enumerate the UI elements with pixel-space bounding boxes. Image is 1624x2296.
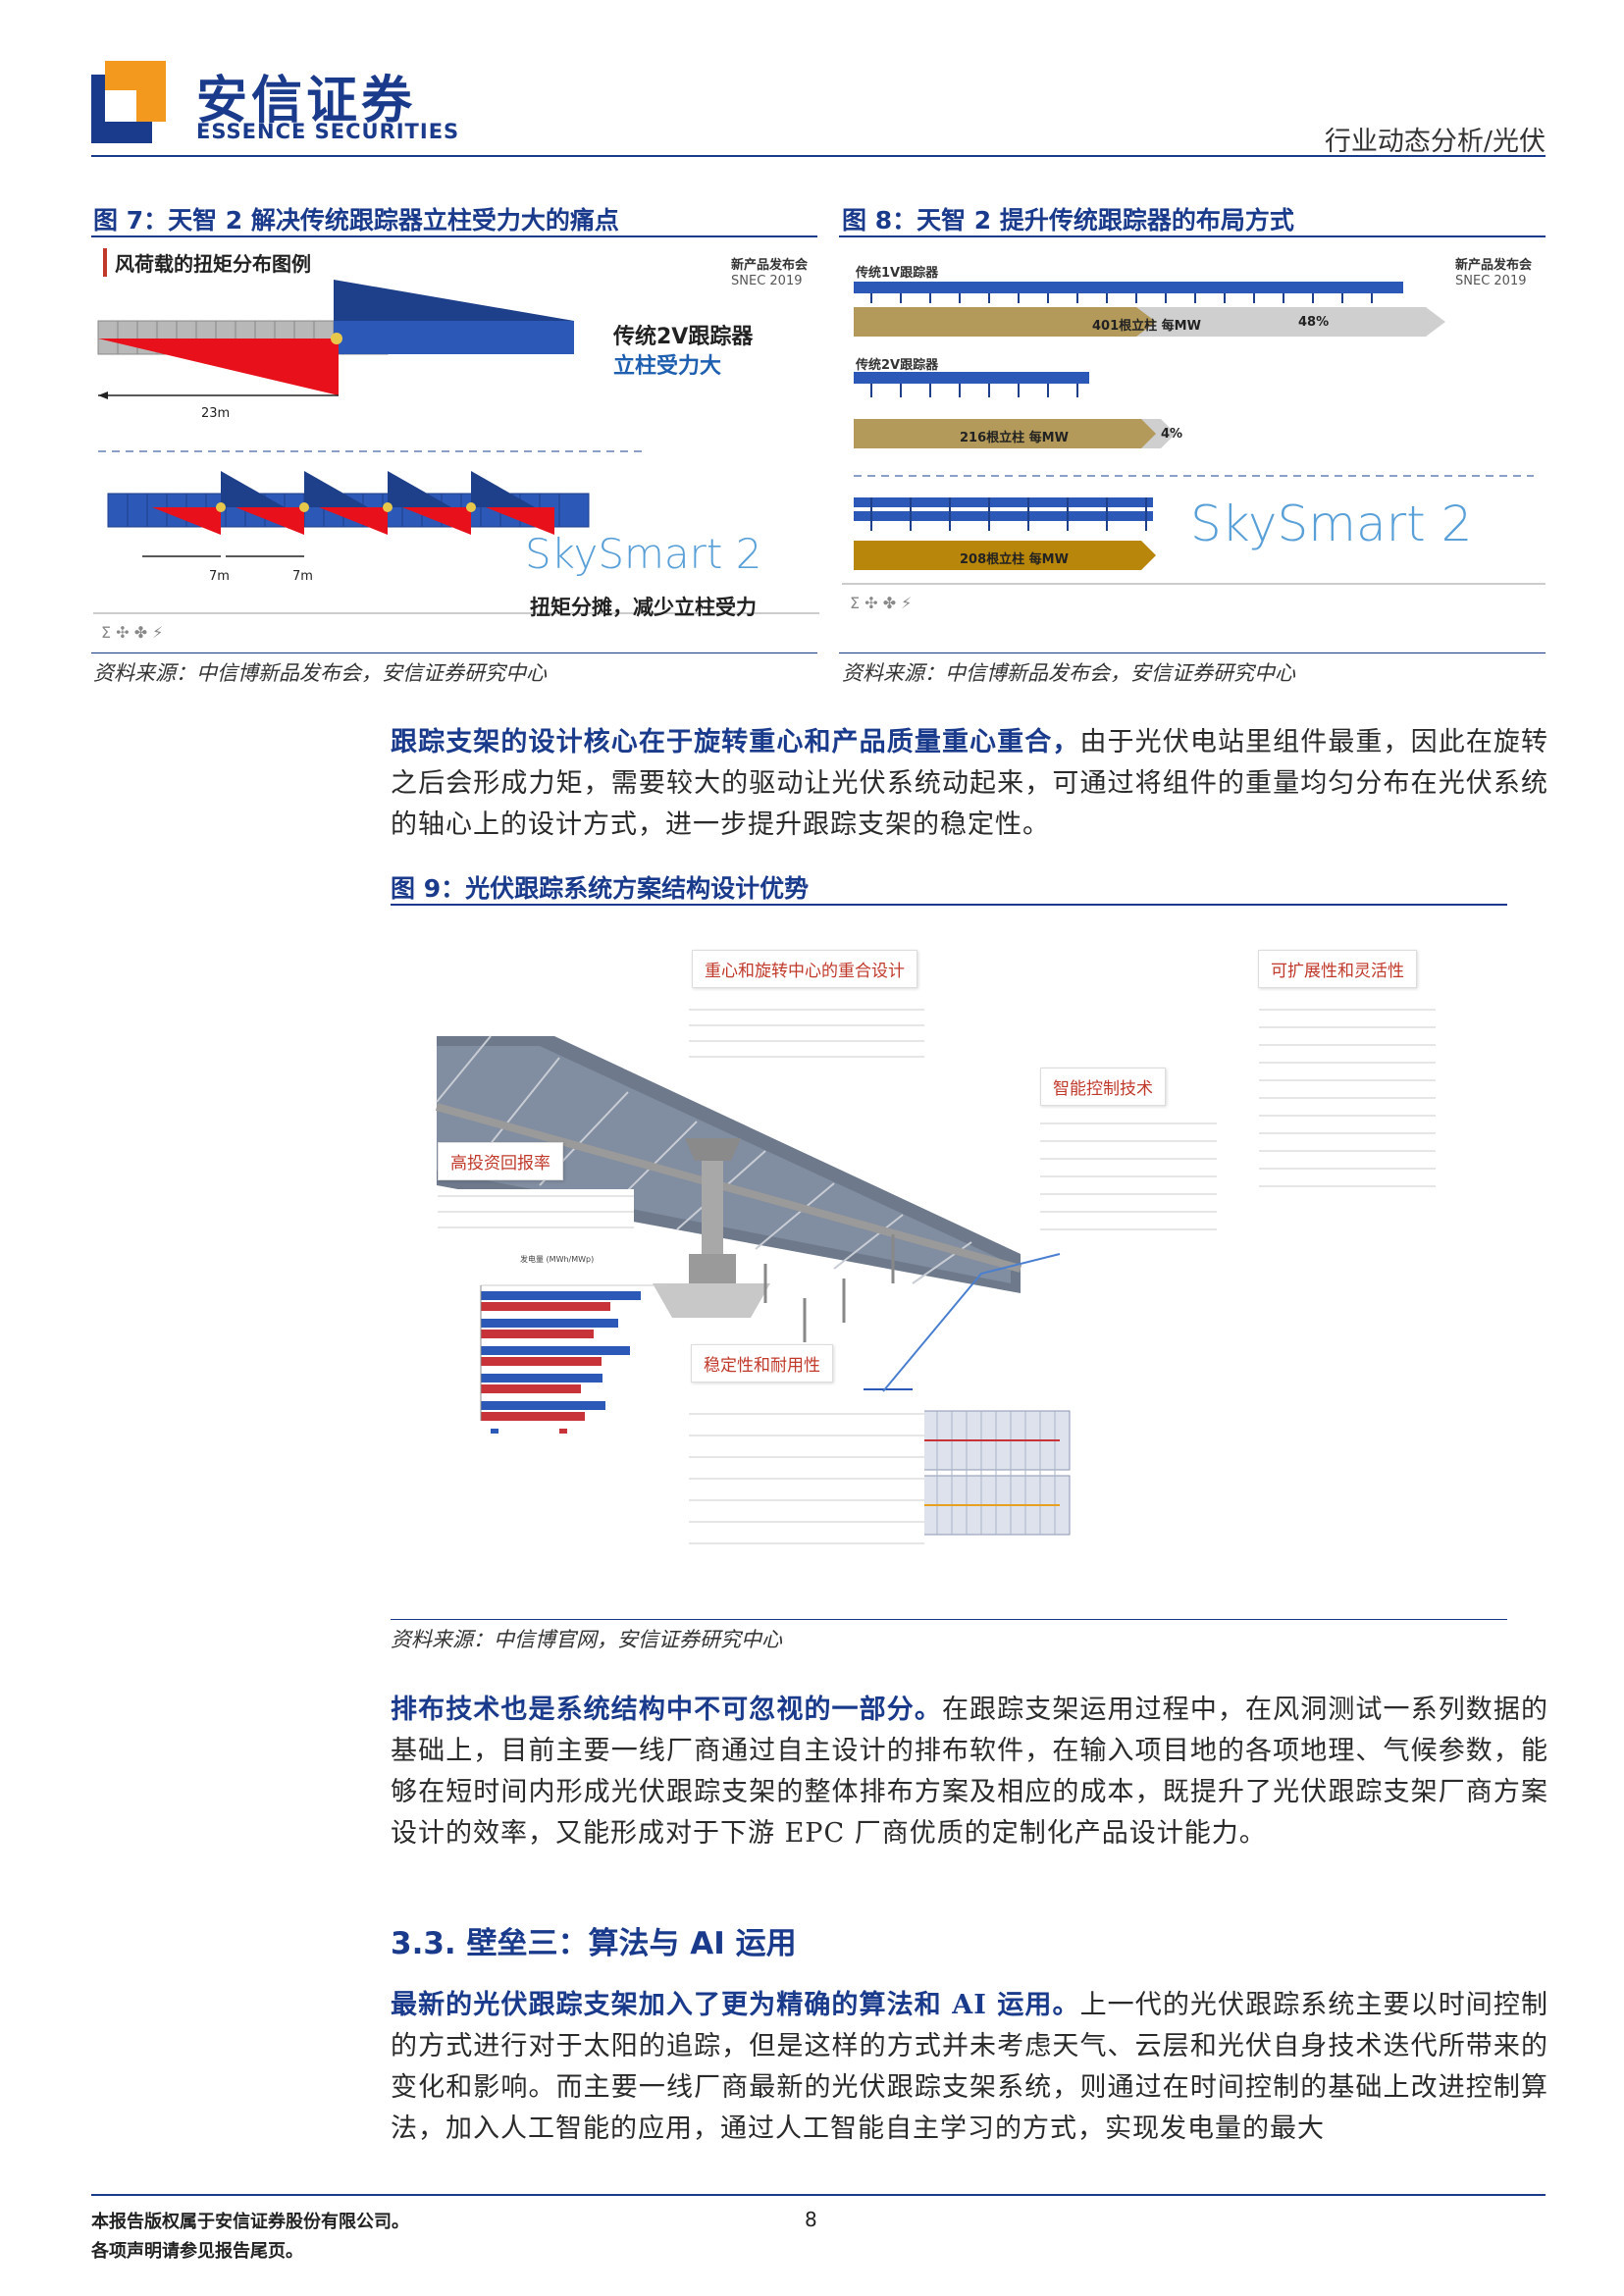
center-description-text: [689, 1003, 924, 1062]
tag-smart-control: 智能控制技术: [1040, 1068, 1166, 1106]
skysmart-logo-text: SkySmart 2: [525, 530, 762, 578]
row1-pct-label: 48%: [1298, 315, 1330, 330]
roi-description-text: [438, 1189, 634, 1228]
legacy-tracker-label: 传统2V跟踪器: [613, 325, 754, 349]
legacy-stress-label: 立柱受力大: [613, 354, 722, 379]
figure8-title: 图 8：天智 2 提升传统跟踪器的布局方式: [842, 206, 1294, 235]
figure9-title: 图 9：光伏跟踪系统方案结构设计优势: [391, 874, 810, 903]
report-category: 行业动态分析/光伏: [1324, 127, 1545, 157]
figure7-bottom-rule: [91, 652, 817, 653]
span-7m-b-label: 7m: [292, 569, 313, 584]
figure7-image: 风荷载的扭矩分布图例 新产品发布会 SNEC 2019 23m 7m 7m Σ …: [93, 240, 819, 652]
figure9-image: 发电量 (MWh/MWp) 重心和旋转中心的重合设计 可扩展性和灵活性 智能控制…: [432, 930, 1482, 1607]
figure9-bottom-rule: [391, 1619, 1507, 1620]
svg-text:Σ ✣ ✤ ⚡: Σ ✣ ✤ ⚡: [101, 623, 163, 642]
row3-bar-label: 208根立柱 每MW: [960, 552, 1069, 567]
company-logo-english: ESSENCE SECURITIES: [196, 120, 460, 143]
control-description-text: [1040, 1117, 1217, 1234]
figure8-source: 资料来源：中信博新品发布会，安信证券研究中心: [842, 661, 1295, 685]
figure9-rule: [391, 904, 1507, 906]
header-divider: [91, 155, 1545, 157]
svg-text:Σ ✣ ✤ ⚡: Σ ✣ ✤ ⚡: [850, 594, 912, 612]
paragraph-layout-bold: 排布技术也是系统结构中不可忽视的一部分。: [391, 1695, 942, 1725]
span-23m-label: 23m: [201, 406, 230, 421]
row1-bar-label: 401根立柱 每MW: [1092, 319, 1201, 334]
figure9-source: 资料来源：中信博官网，安信证券研究中心: [391, 1628, 782, 1651]
section-heading: 3.3. 壁垒三：算法与 AI 运用: [391, 1926, 797, 1961]
paragraph-core-design-bold: 跟踪支架的设计核心在于旋转重心和产品质量重心重合，: [391, 727, 1080, 757]
paragraph-core-design: 跟踪支架的设计核心在于旋转重心和产品质量重心重合，由于光伏电站里组件最重，因此在…: [391, 722, 1548, 846]
span-7m-a-label: 7m: [209, 569, 230, 584]
figure8-bottom-rule: [839, 652, 1545, 653]
page-number: 8: [805, 2208, 817, 2231]
figure7-source: 资料来源：中信博新品发布会，安信证券研究中心: [93, 661, 547, 685]
tag-center-of-gravity: 重心和旋转中心的重合设计: [692, 950, 917, 988]
svg-text:发电量 (MWh/MWp): 发电量 (MWh/MWp): [520, 1254, 594, 1264]
paragraph-ai-bold: 最新的光伏跟踪支架加入了更为精确的算法和 AI 运用。: [391, 1990, 1080, 2020]
skysmart-logo-text: SkySmart 2: [1190, 496, 1473, 552]
footer-disclaimer: 各项声明请参见报告尾页。: [91, 2241, 303, 2262]
tag-high-roi: 高投资回报率: [438, 1142, 563, 1180]
footer-copyright: 本报告版权属于安信证券股份有限公司。: [91, 2212, 409, 2232]
tag-scalability: 可扩展性和灵活性: [1258, 950, 1417, 988]
tag-stability: 稳定性和耐用性: [691, 1344, 833, 1383]
scalability-description-text: [1259, 1003, 1436, 1199]
figure8-image: 新产品发布会 SNEC 2019 传统1V跟踪器 传统2V跟踪器 Σ ✣ ✤ ⚡…: [842, 240, 1545, 652]
layout-diagram: Σ ✣ ✤ ⚡: [842, 282, 1545, 612]
figure8-rule: [839, 235, 1545, 237]
stability-description-text: [689, 1407, 924, 1544]
footer-divider: [91, 2194, 1545, 2196]
torque-caption: 扭矩分摊，减少立柱受力: [530, 596, 757, 619]
figure7-rule: [91, 235, 817, 237]
paragraph-layout-technology: 排布技术也是系统结构中不可忽视的一部分。在跟踪支架运用过程中，在风洞测试一系列数…: [391, 1690, 1548, 1854]
logo-icon: [91, 61, 166, 143]
row2-pct-label: 4%: [1161, 427, 1183, 442]
figure7-title: 图 7：天智 2 解决传统跟踪器立柱受力大的痛点: [93, 206, 619, 235]
row2-bar-label: 216根立柱 每MW: [960, 431, 1069, 445]
paragraph-ai-algorithm: 最新的光伏跟踪支架加入了更为精确的算法和 AI 运用。上一代的光伏跟踪系统主要以…: [391, 1985, 1548, 2152]
